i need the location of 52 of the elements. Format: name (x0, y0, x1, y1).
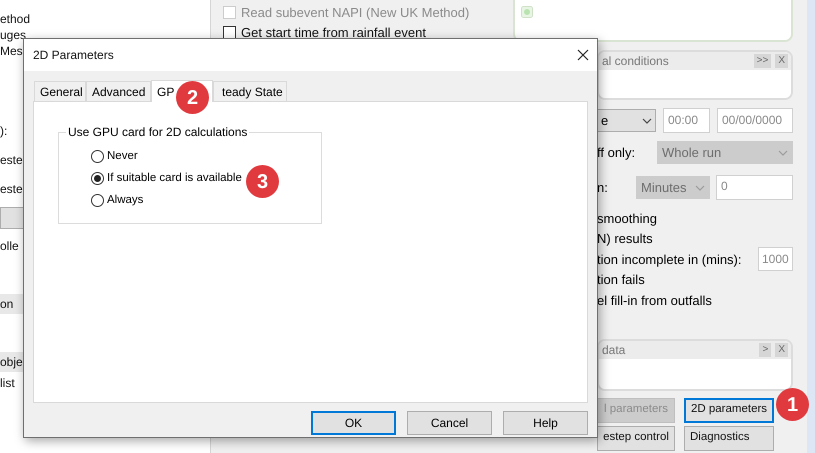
tab[interactable]: teady State (213, 81, 287, 101)
option-label: el fill-in from outfalls (597, 292, 712, 310)
checkbox-label: Get start time from rainfall event (241, 24, 426, 42)
action-button[interactable]: Diagnostics (684, 426, 774, 450)
number-field[interactable]: 1000 (758, 247, 793, 272)
checkbox-label: Read subevent NAPI (New UK Method) (241, 4, 470, 22)
option-label: tion incomplete in (mins): (597, 250, 742, 269)
label-fragment: este (0, 153, 23, 168)
radio-label: Always (107, 192, 144, 208)
panel-title: data (602, 342, 626, 358)
checkbox[interactable] (223, 26, 236, 39)
label-fragment: uges (0, 28, 26, 43)
action-button[interactable]: estep control (597, 426, 675, 450)
radio-label: Never (107, 148, 138, 164)
dialog-button[interactable]: Cancel (407, 411, 492, 435)
tab[interactable]: General (34, 81, 86, 101)
label-fragment: Mes (0, 44, 23, 59)
panel-header-button[interactable]: >> (754, 54, 772, 68)
field-label: n: (597, 178, 609, 197)
label-fragment: este (0, 182, 23, 197)
label-fragment: on (0, 296, 14, 313)
caret-icon (642, 118, 652, 124)
radio-label: If suitable card is available (107, 170, 242, 186)
dialog-button[interactable]: Help (503, 411, 588, 435)
label-fragment: ethod (0, 12, 30, 27)
option-label: smoothing (597, 210, 657, 228)
caret-icon (778, 150, 788, 156)
label-fragment: list (0, 376, 15, 391)
time-field[interactable]: 00:00 (663, 108, 710, 133)
date-field[interactable]: 00/00/0000 (717, 108, 793, 133)
option-label: tion fails (597, 271, 645, 289)
option-label: N) results (597, 230, 653, 248)
dropdown[interactable]: e (597, 109, 656, 132)
tab[interactable]: Advanced (86, 81, 151, 101)
step-badge: 1 (776, 388, 809, 421)
window-title: 2D Parameters (33, 47, 114, 64)
label-fragment: ): (0, 124, 8, 139)
radio-button[interactable] (91, 194, 104, 207)
panel-header-button[interactable]: X (775, 342, 788, 356)
radio-button[interactable] (91, 172, 104, 185)
dialog-button[interactable]: OK (311, 411, 396, 435)
panel-title: al conditions (602, 53, 669, 70)
panel-header-button[interactable]: > (759, 342, 772, 356)
label-fragment: obje (0, 354, 23, 371)
event-icon (521, 6, 533, 18)
action-button[interactable]: 2D parameters (684, 398, 774, 422)
label-fragment: olle (0, 239, 19, 254)
radio-button[interactable] (91, 150, 104, 163)
caret-icon (695, 184, 705, 190)
close-icon[interactable] (577, 49, 589, 61)
panel-header-button[interactable]: X (775, 54, 788, 68)
field-label: ff only: (597, 144, 636, 162)
